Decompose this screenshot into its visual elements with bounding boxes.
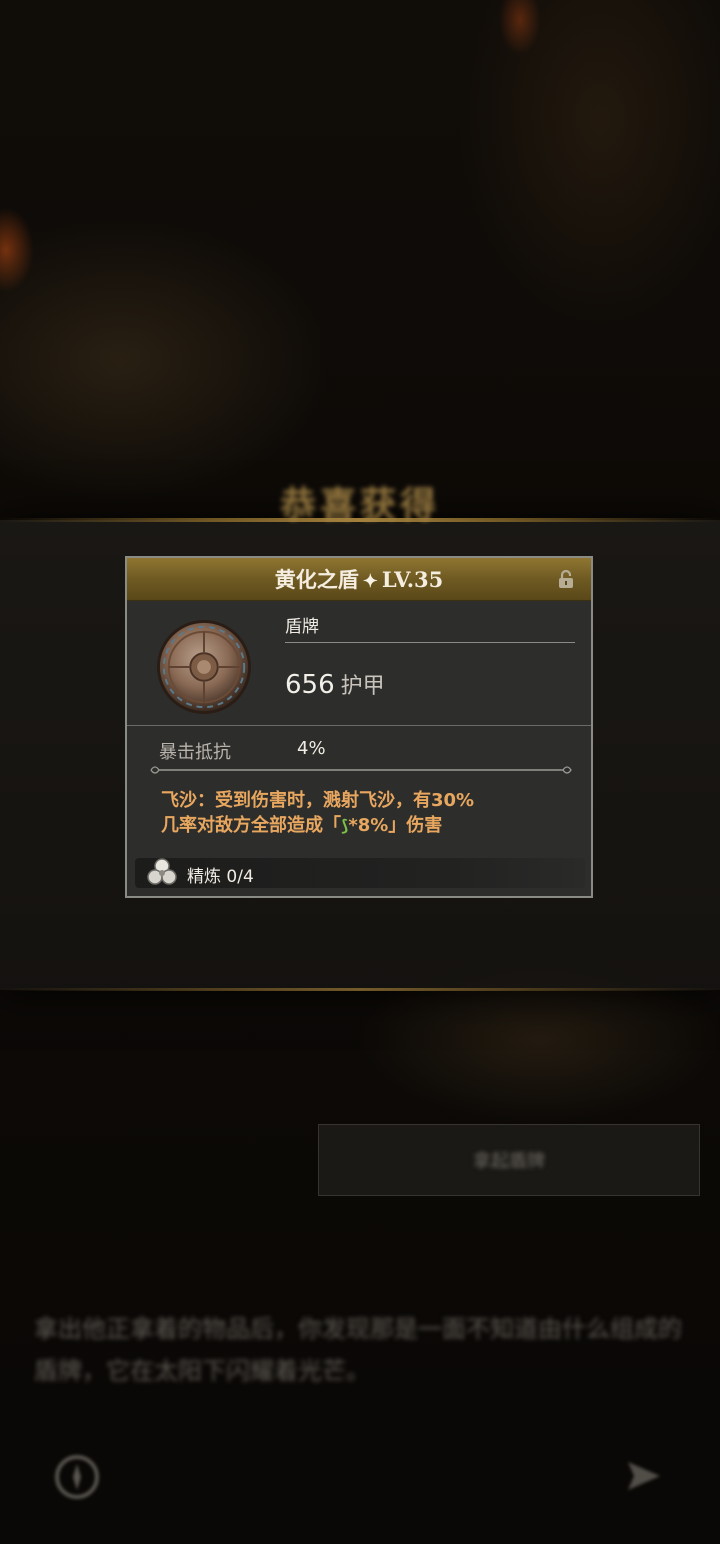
armor-value: 656: [285, 670, 335, 700]
item-name: 黄化之盾: [274, 567, 359, 592]
refine-value: 0/4: [226, 867, 254, 887]
description-text: 拿出他正拿着的物品后，你发现那是一面不知道由什么组成的盾牌，它在太阳下闪耀着光芒…: [34, 1315, 682, 1385]
star-icon: ✦: [362, 571, 378, 592]
send-icon[interactable]: [624, 1458, 664, 1494]
section-divider: [127, 725, 591, 726]
lock-icon[interactable]: [555, 568, 577, 590]
effect-line-1: 飞沙：受到伤害时，溅射飞沙，有30%: [161, 790, 475, 811]
item-title: 黄化之盾 ✦ LV.35: [127, 558, 591, 600]
ornament-divider: [150, 766, 572, 774]
collect-button-label: 拿起盾牌: [473, 1151, 545, 1172]
effect-line-2: 几率对敌方全部造成「⟆*8%」伤害: [161, 815, 443, 836]
armor-stat: 656 护甲: [285, 668, 385, 700]
effect-text: 飞沙：受到伤害时，溅射飞沙，有30% 几率对敌方全部造成「⟆*8%」伤害: [161, 788, 581, 838]
stat-name: 暴击抵抗: [159, 742, 231, 763]
armor-unit: 护甲: [340, 674, 385, 699]
item-type: 盾牌: [285, 617, 319, 637]
refine-label: 精炼 0/4: [187, 867, 254, 887]
item-level: LV.35: [381, 567, 444, 592]
congrats-title: 恭喜获得: [279, 484, 440, 526]
shield-item-icon: [156, 619, 252, 715]
band-gold-line-bottom: [0, 988, 720, 991]
type-divider: [285, 642, 575, 643]
stat-value: 4%: [297, 738, 326, 759]
collect-button[interactable]: 拿起盾牌: [318, 1124, 700, 1196]
item-card: 黄化之盾 ✦ LV.35 盾牌 656 护甲 暴击抵抗 4% 飞沙：受到伤害时，…: [125, 556, 593, 898]
compass-icon[interactable]: [52, 1452, 102, 1502]
refine-flower-icon: [147, 858, 177, 885]
